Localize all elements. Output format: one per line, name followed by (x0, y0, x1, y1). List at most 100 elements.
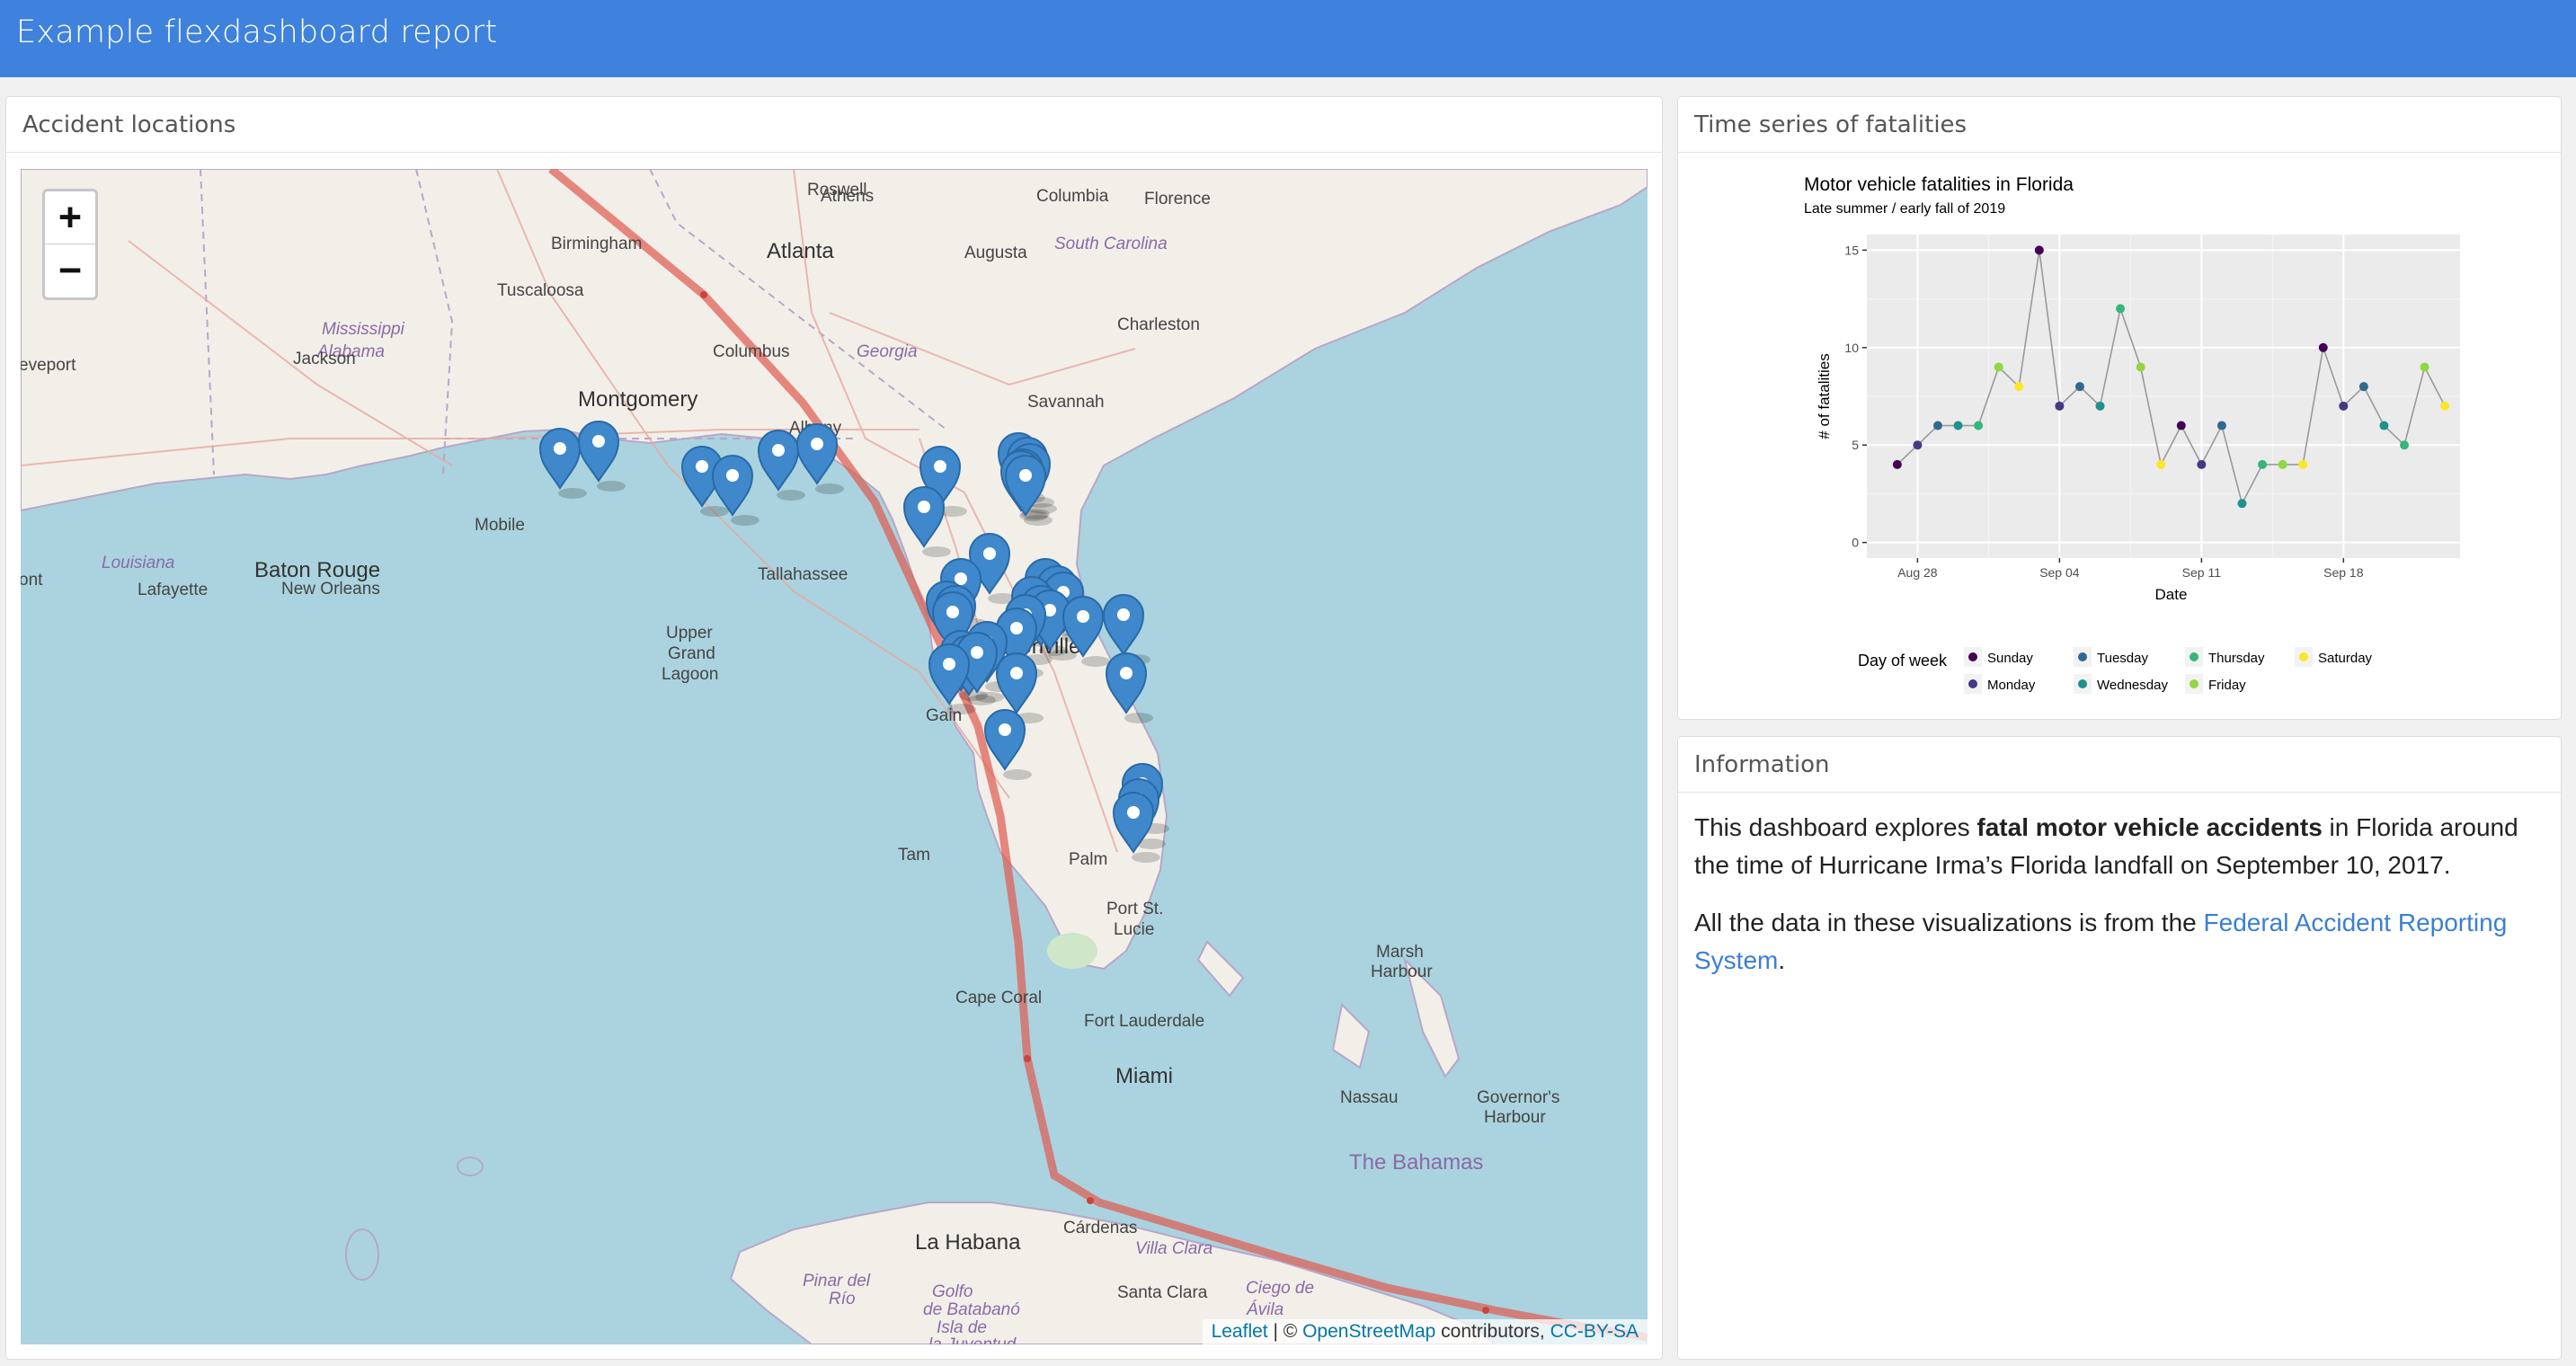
data-point (2034, 245, 2044, 255)
x-tick-label: Sep 04 (2039, 565, 2080, 580)
information-text: This dashboard explores fatal motor vehi… (1694, 809, 2536, 999)
y-tick-label: 0 (1852, 536, 1859, 550)
map-label: Governor's (1477, 1088, 1559, 1107)
map-label: Río (829, 1290, 856, 1308)
map-label: Harbour (1371, 962, 1433, 981)
map-label: Upper (666, 624, 713, 643)
panel-header: Accident locations (6, 97, 1662, 153)
navbar: Example flexdashboard report (0, 0, 2576, 77)
map-label: Miami (1115, 1064, 1173, 1088)
map-label: eveport (21, 356, 76, 375)
dashboard-title: Example flexdashboard report (16, 14, 498, 50)
svg-text:Saturday: Saturday (2318, 651, 2373, 666)
data-point (2358, 382, 2368, 392)
map-label: Montgomery (578, 387, 697, 412)
data-point (2278, 459, 2287, 469)
map-attribution: Leaflet | © OpenStreetMap contributors, … (1202, 1319, 1648, 1344)
attribution-separator: | © (1267, 1321, 1303, 1342)
map-label: Tam (898, 846, 930, 865)
data-point (1913, 440, 1923, 450)
leaflet-map[interactable]: Roswell Athens Columbia Florence Birmingham A… (21, 169, 1648, 1344)
legend-entry: Wednesday (2074, 674, 2168, 694)
svg-text:Sunday: Sunday (1987, 651, 2033, 666)
map-label: Tuscaloosa (497, 281, 584, 300)
map-label: Tallahassee (758, 565, 848, 584)
leaflet-link[interactable]: Leaflet (1212, 1321, 1268, 1342)
svg-text:Thursday: Thursday (2208, 651, 2265, 666)
map-canvas[interactable]: RoswellAthens Columbia FlorenceBirmingham A… (21, 169, 1648, 1344)
license-link[interactable]: CC-BY-SA (1550, 1321, 1639, 1342)
data-point (2298, 459, 2308, 469)
attribution-contributors: contributors, (1435, 1321, 1550, 1342)
panel-title: Time series of fatalities (1694, 111, 1968, 138)
openstreetmap-link[interactable]: OpenStreetMap (1302, 1321, 1435, 1342)
map-label: Santa Clara (1117, 1283, 1208, 1302)
svg-text:Wednesday: Wednesday (2097, 678, 2168, 693)
panel-title: Accident locations (22, 111, 236, 138)
y-tick-label: 10 (1844, 341, 1859, 355)
data-point (2074, 382, 2084, 392)
data-point (1953, 421, 1963, 430)
y-tick-label: 15 (1844, 243, 1859, 257)
zoom-in-button[interactable]: + (45, 191, 95, 244)
data-point (2055, 401, 2065, 411)
svg-text:Monday: Monday (1987, 678, 2036, 693)
data-point (2440, 401, 2450, 411)
map-label: South Carolina (1054, 235, 1168, 253)
panel-title: Information (1694, 751, 1830, 778)
info-paragraph-2: All the data in these visualizations is … (1694, 909, 2508, 974)
data-point (2400, 440, 2410, 450)
map-label: ont (21, 571, 43, 590)
map-label: Louisiana (102, 554, 174, 572)
chart-title: Motor vehicle fatalities in Florida (1804, 174, 2074, 195)
x-tick-label: Aug 28 (1897, 565, 1938, 580)
legend-entry: Monday (1964, 674, 2036, 694)
time-series-panel: Time series of fatalities Motor vehicle … (1677, 96, 2562, 720)
map-label: Harbour (1484, 1108, 1546, 1127)
zoom-out-button[interactable]: − (45, 244, 95, 297)
information-panel: Information This dashboard explores fata… (1677, 736, 2562, 1360)
svg-text:Friday: Friday (2208, 678, 2246, 693)
data-point (2136, 362, 2145, 372)
chart-subtitle: Late summer / early fall of 2019 (1804, 201, 2005, 217)
data-point (2095, 401, 2105, 411)
map-label: Lafayette (138, 581, 208, 599)
map-label: Florence (1144, 190, 1211, 208)
data-point (2197, 459, 2207, 469)
y-tick-label: 5 (1852, 438, 1859, 452)
map-label: de Batabanó (923, 1300, 1020, 1319)
legend-entry: Sunday (1964, 647, 2033, 667)
map-label: Savannah (1027, 393, 1105, 412)
data-point (2318, 342, 2328, 352)
map-label: Golfo (932, 1282, 973, 1301)
data-point (2156, 459, 2166, 469)
panel-header: Information (1678, 737, 2561, 793)
map-label: Georgia (857, 342, 918, 361)
accident-locations-panel: Accident locations Roswell Athens Columb… (5, 96, 1663, 1360)
map-label: Palm (1069, 850, 1107, 869)
map-label: Baton Rouge (254, 558, 380, 582)
map-label: Jackson (293, 350, 356, 368)
legend-entry: Saturday (2295, 647, 2373, 667)
zoom-control: + − (42, 189, 98, 300)
x-tick-label: Sep 18 (2323, 565, 2364, 580)
data-point (1974, 421, 1984, 430)
map-label: Birmingham (551, 235, 642, 253)
data-point (2420, 362, 2429, 372)
legend-entry: Thursday (2185, 647, 2265, 667)
x-axis-label: Date (2155, 586, 2188, 603)
data-point (2216, 421, 2226, 430)
y-axis-label: # of fatalities (1816, 353, 1833, 439)
map-label: Lucie (1114, 920, 1154, 939)
map-label: Athens (821, 187, 874, 206)
map-label: Port St. (1106, 900, 1163, 918)
map-label: The Bahamas (1349, 1150, 1483, 1175)
data-point (2237, 499, 2247, 509)
map-label: Columbia (1036, 187, 1109, 206)
chart-legend: Day of week Sunday Monday Tuesday Wednesday T… (1858, 647, 2373, 694)
legend-entry: Friday (2185, 674, 2246, 694)
map-label: Fort Lauderdale (1084, 1012, 1204, 1031)
info-paragraph-1: This dashboard explores fatal motor vehi… (1694, 813, 2518, 879)
map-label: Cape Coral (955, 989, 1042, 1007)
data-point (2116, 304, 2126, 314)
